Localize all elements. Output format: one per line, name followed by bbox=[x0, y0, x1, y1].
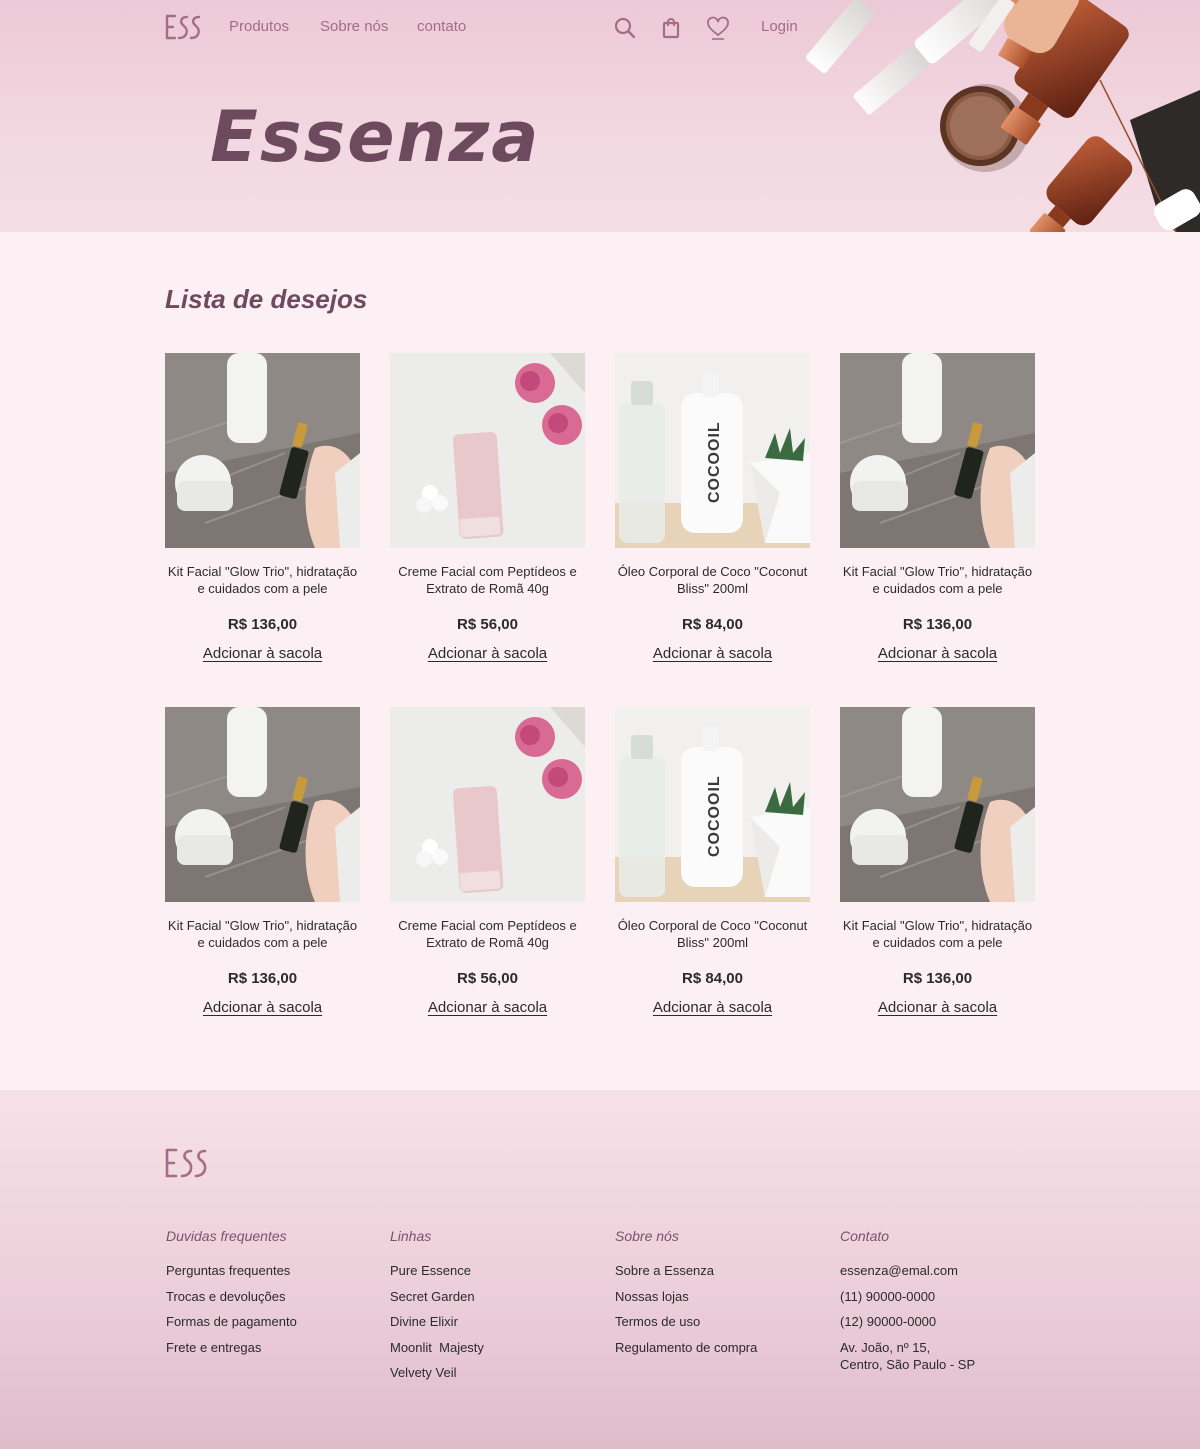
footer-link[interactable]: Formas de pagamento bbox=[166, 1313, 376, 1330]
footer-link[interactable]: Divine Elixir bbox=[390, 1313, 600, 1330]
footer-link[interactable]: Secret Garden bbox=[390, 1288, 600, 1305]
nav-link-sobre-nos[interactable]: Sobre nós bbox=[320, 18, 388, 35]
footer-column-title: Linhas bbox=[390, 1228, 432, 1244]
product-image[interactable] bbox=[165, 353, 360, 548]
product-image[interactable] bbox=[390, 707, 585, 902]
hero-header: Produtos Sobre nós contato Login Essenza bbox=[0, 0, 1200, 232]
product-price: R$ 84,00 bbox=[682, 616, 743, 633]
cosmetics-decoration bbox=[806, 0, 1200, 232]
product-name: Óleo Corporal de Coco "Coconut Bliss" 20… bbox=[617, 564, 808, 596]
product-image[interactable] bbox=[840, 353, 1035, 548]
add-to-bag-button[interactable]: Adcionar à sacola bbox=[203, 999, 322, 1016]
logo-icon[interactable] bbox=[165, 14, 201, 42]
product-name: Kit Facial "Glow Trio", hidratação e cui… bbox=[842, 564, 1033, 596]
footer-link[interactable]: Pure Essence bbox=[390, 1262, 600, 1279]
add-to-bag-button[interactable]: Adcionar à sacola bbox=[428, 999, 547, 1016]
product-price: R$ 56,00 bbox=[457, 970, 518, 987]
contact-phone: (11) 90000-0000 bbox=[840, 1288, 936, 1304]
footer-link[interactable]: Termos de uso bbox=[615, 1313, 825, 1330]
footer-link[interactable]: Trocas e devoluções bbox=[166, 1288, 376, 1305]
product-image[interactable]: COCOOIL bbox=[615, 353, 810, 548]
footer-link[interactable]: Regulamento de compra bbox=[615, 1339, 825, 1356]
add-to-bag-button[interactable]: Adcionar à sacola bbox=[428, 645, 547, 662]
footer-link[interactable]: Moonlit Majesty bbox=[390, 1339, 600, 1356]
product-card[interactable]: COCOOIL Óleo Corporal de Coco "Coconut B… bbox=[615, 353, 810, 663]
add-to-bag-button[interactable]: Adcionar à sacola bbox=[653, 999, 772, 1016]
footer-column-title: Contato bbox=[840, 1228, 890, 1244]
product-card[interactable]: Kit Facial "Glow Trio", hidratação e cui… bbox=[165, 353, 360, 663]
product-card[interactable]: Kit Facial "Glow Trio", hidratação e cui… bbox=[840, 707, 1035, 1017]
brand-title: Essenza bbox=[210, 96, 541, 178]
product-card[interactable]: Creme Facial com Peptídeos e Extrato de … bbox=[390, 707, 585, 1017]
product-name: Creme Facial com Peptídeos e Extrato de … bbox=[398, 564, 577, 596]
product-name: Kit Facial "Glow Trio", hidratação e cui… bbox=[842, 918, 1033, 950]
heart-icon[interactable] bbox=[706, 16, 730, 40]
product-price: R$ 136,00 bbox=[227, 616, 298, 633]
product-name: Kit Facial "Glow Trio", hidratação e cui… bbox=[167, 918, 358, 950]
contact-phone: (12) 90000-0000 bbox=[840, 1314, 937, 1329]
add-to-bag-button[interactable]: Adcionar à sacola bbox=[878, 999, 997, 1016]
product-name: Kit Facial "Glow Trio", hidratação e cui… bbox=[167, 564, 358, 596]
footer-link[interactable]: Frete e entregas bbox=[166, 1339, 376, 1356]
footer: Duvidas frequentes Perguntas frequentes … bbox=[0, 1090, 1200, 1449]
product-name: Óleo Corporal de Coco "Coconut Bliss" 20… bbox=[617, 918, 808, 950]
footer-column-title: Duvidas frequentes bbox=[166, 1228, 287, 1244]
footer-link[interactable]: Perguntas frequentes bbox=[166, 1262, 376, 1279]
footer-column-sobre: Sobre nós Sobre a Essenza Nossas lojas T… bbox=[615, 1228, 825, 1364]
nav-link-produtos[interactable]: Produtos bbox=[229, 18, 289, 35]
product-price: R$ 136,00 bbox=[902, 616, 973, 633]
login-link[interactable]: Login bbox=[761, 18, 798, 35]
svg-text:COCOOIL: COCOOIL bbox=[706, 775, 723, 857]
svg-text:COCOOIL: COCOOIL bbox=[706, 421, 723, 503]
product-name: Creme Facial com Peptídeos e Extrato de … bbox=[398, 918, 577, 950]
top-nav: Produtos Sobre nós contato Login bbox=[165, 14, 800, 42]
nav-link-contato[interactable]: contato bbox=[417, 18, 466, 35]
product-image[interactable] bbox=[165, 707, 360, 902]
contact-email[interactable]: essenza@emal.com bbox=[840, 1262, 1050, 1279]
product-card[interactable]: Kit Facial "Glow Trio", hidratação e cui… bbox=[840, 353, 1035, 663]
footer-column-duvidas: Duvidas frequentes Perguntas frequentes … bbox=[166, 1228, 376, 1364]
footer-column-title: Sobre nós bbox=[615, 1228, 679, 1244]
wishlist-title: Lista de desejos bbox=[165, 284, 368, 314]
add-to-bag-button[interactable]: Adcionar à sacola bbox=[203, 645, 322, 662]
product-price: R$ 136,00 bbox=[902, 970, 973, 987]
product-image[interactable] bbox=[390, 353, 585, 548]
footer-column-linhas: Linhas Pure Essence Secret Garden Divine… bbox=[390, 1228, 600, 1390]
footer-logo-icon[interactable] bbox=[165, 1148, 207, 1180]
contact-address: Av. João, nº 15, Centro, São Paulo - SP bbox=[840, 1339, 976, 1372]
product-card[interactable]: COCOOIL Óleo Corporal de Coco "Coconut B… bbox=[615, 707, 810, 1017]
footer-link[interactable]: Velvety Veil bbox=[390, 1364, 600, 1381]
add-to-bag-button[interactable]: Adcionar à sacola bbox=[653, 645, 772, 662]
product-price: R$ 56,00 bbox=[457, 616, 518, 633]
product-card[interactable]: Creme Facial com Peptídeos e Extrato de … bbox=[390, 353, 585, 663]
product-image[interactable] bbox=[840, 707, 1035, 902]
footer-link[interactable]: Sobre a Essenza bbox=[615, 1262, 825, 1279]
product-card[interactable]: Kit Facial "Glow Trio", hidratação e cui… bbox=[165, 707, 360, 1017]
product-image[interactable]: COCOOIL bbox=[615, 707, 810, 902]
bag-icon[interactable] bbox=[659, 16, 683, 40]
footer-link[interactable]: Nossas lojas bbox=[615, 1288, 825, 1305]
product-price: R$ 84,00 bbox=[682, 970, 743, 987]
product-price: R$ 136,00 bbox=[227, 970, 298, 987]
search-icon[interactable] bbox=[613, 16, 637, 40]
add-to-bag-button[interactable]: Adcionar à sacola bbox=[878, 645, 997, 662]
footer-column-contato: Contato essenza@emal.com (11) 90000-0000… bbox=[840, 1228, 1050, 1381]
